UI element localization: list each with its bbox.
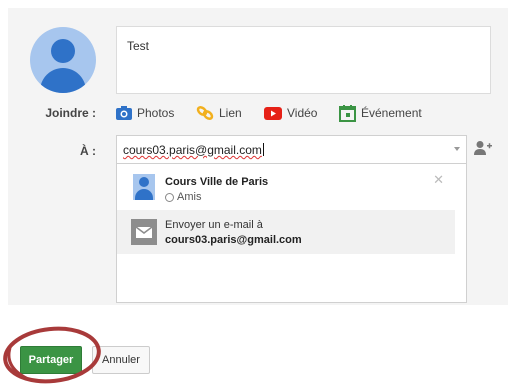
link-icon [196,106,214,120]
close-icon[interactable]: ✕ [433,172,444,188]
recipients-label: À : [80,144,96,158]
envelope-icon [131,219,157,245]
attach-video-label: Vidéo [287,106,318,120]
attach-link[interactable]: Lien [196,104,242,122]
recipients-input-text: cours03.paris@gmail.com [123,143,262,157]
youtube-icon [264,106,282,120]
suggestion-contact[interactable]: Cours Ville de Paris Amis ✕ [117,164,466,208]
contact-circle-label: Amis [177,191,202,203]
calendar-icon [339,104,356,122]
contact-name: Cours Ville de Paris [165,176,269,188]
chevron-down-icon[interactable] [454,147,460,151]
compose-textarea[interactable]: Test [116,26,491,94]
attach-link-label: Lien [219,106,242,120]
attach-label: Joindre : [45,106,96,120]
email-suggestion-label: Envoyer un e-mail à [165,219,263,231]
attach-video[interactable]: Vidéo [264,104,317,122]
camera-icon [116,106,132,120]
annotation-circle [3,326,101,384]
add-person-icon[interactable] [474,140,492,156]
contact-circle: Amis [165,191,201,203]
attach-event-label: Événement [361,106,422,120]
circle-icon [165,192,174,202]
suggestions-dropdown: Cours Ville de Paris Amis ✕ Envoyer un e… [116,164,467,303]
suggestion-email[interactable]: Envoyer un e-mail à cours03.paris@gmail.… [117,210,455,254]
user-avatar [30,27,96,93]
attach-photos[interactable]: Photos [116,104,174,122]
attach-photos-label: Photos [137,106,175,120]
contact-avatar [133,174,155,200]
attach-event[interactable]: Événement [339,104,422,122]
recipients-input[interactable]: cours03.paris@gmail.com [116,135,467,164]
compose-text: Test [127,39,150,53]
email-suggestion-address: cours03.paris@gmail.com [165,234,302,246]
